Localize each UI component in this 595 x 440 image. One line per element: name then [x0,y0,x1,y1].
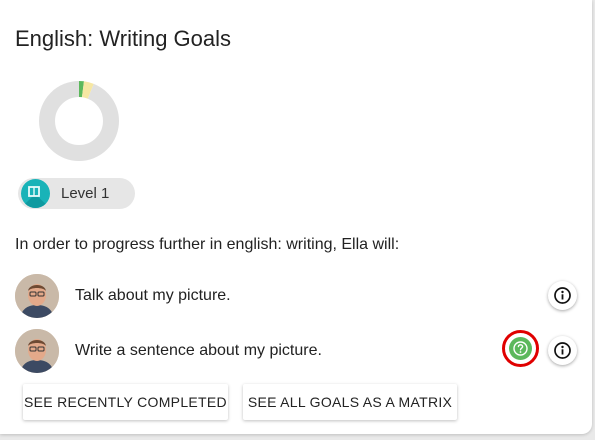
goals-card: English: Writing Goals Level 1 In order … [0,0,592,434]
see-recently-completed-button[interactable]: SEE RECENTLY COMPLETED [23,384,228,420]
goal-text: Write a sentence about my picture. [75,342,322,359]
donut-segment-not-started [39,81,119,161]
goal-row: Talk about my picture. [0,274,592,318]
card-title: English: Writing Goals [15,26,232,51]
teacher-avatar [15,274,59,318]
level-book-icon [21,179,50,208]
teacher-avatar [15,329,59,373]
info-icon [554,287,571,304]
level-label: Level 1 [61,185,110,202]
help-button[interactable] [509,337,532,360]
progress-donut [39,81,119,161]
help-button-highlight[interactable] [502,330,539,367]
goal-row: Write a sentence about my picture. [0,329,592,373]
progress-intro: In order to progress further in english:… [15,236,400,253]
info-button[interactable] [548,281,577,310]
help-icon [513,341,528,356]
level-chip[interactable]: Level 1 [18,178,135,209]
goal-text: Talk about my picture. [75,287,231,304]
see-all-goals-matrix-button[interactable]: SEE ALL GOALS AS A MATRIX [243,384,457,420]
info-icon [554,342,571,359]
info-button[interactable] [548,336,577,365]
